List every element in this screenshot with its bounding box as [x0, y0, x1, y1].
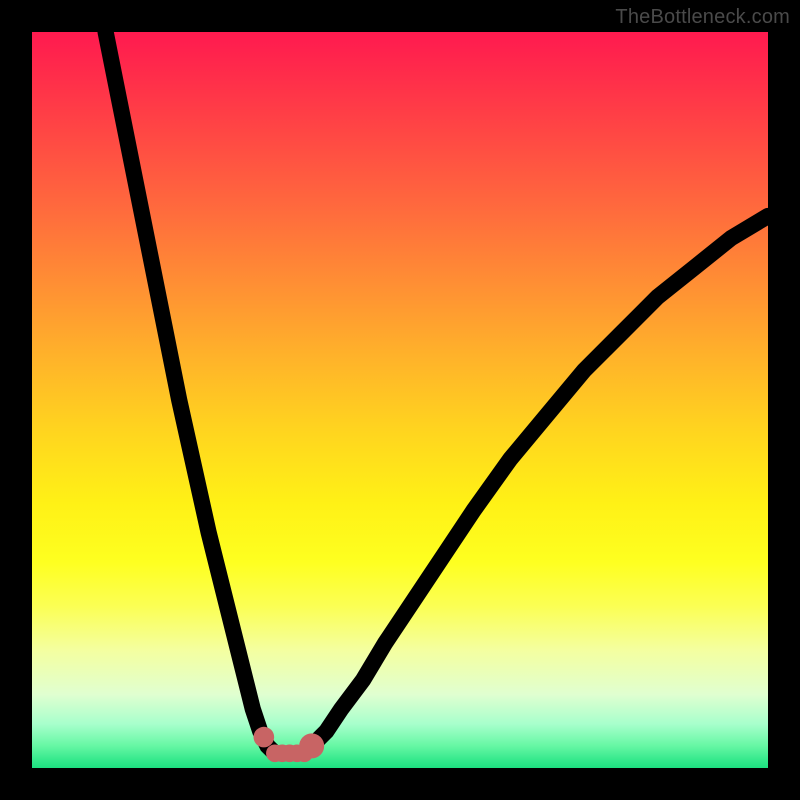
marker-dot: [299, 733, 324, 758]
curve-left: [106, 32, 275, 753]
chart-svg: [32, 32, 768, 768]
curve-right: [304, 216, 768, 753]
plot-area: [32, 32, 768, 768]
chart-frame: TheBottleneck.com: [0, 0, 800, 800]
marker-group: [254, 727, 325, 762]
watermark-text: TheBottleneck.com: [615, 6, 790, 29]
marker-dot: [254, 727, 275, 748]
curve-group: [106, 32, 768, 753]
